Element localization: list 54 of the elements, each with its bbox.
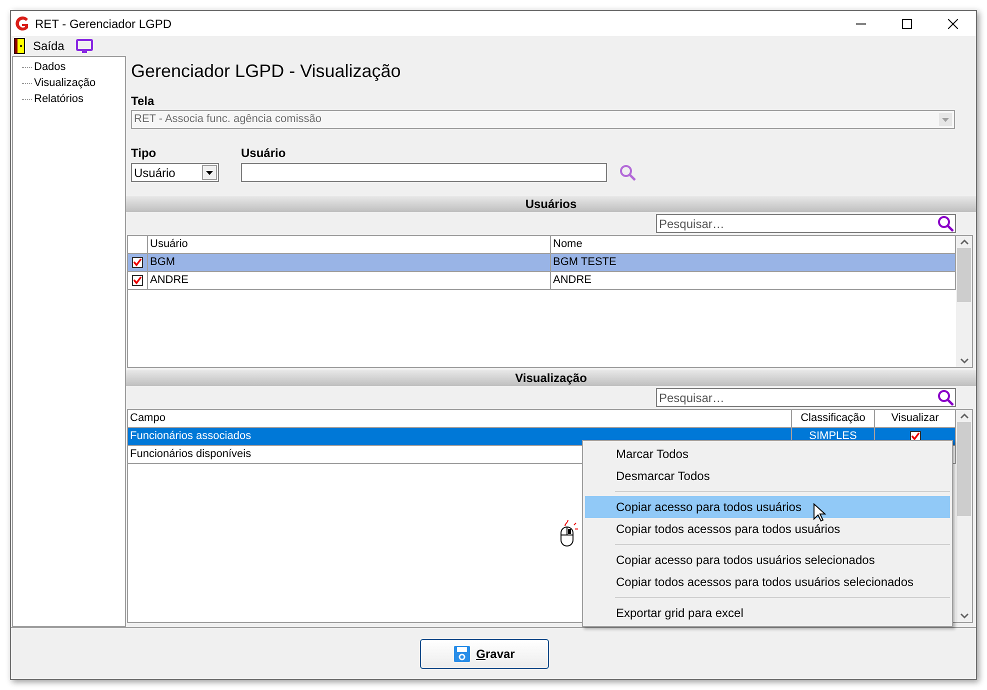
section-header: Usuários <box>126 196 976 212</box>
search-icon[interactable] <box>937 389 954 406</box>
field-label: Usuário <box>241 145 287 162</box>
tree-item[interactable]: Relatórios <box>34 90 84 108</box>
table-row[interactable]: BGM BGM TESTE <box>128 254 956 272</box>
scroll-down-icon[interactable] <box>960 613 968 619</box>
field-label: Tela <box>131 93 156 110</box>
table-row[interactable]: ANDRE ANDRE <box>128 272 956 290</box>
search-icon[interactable] <box>937 215 954 232</box>
scroll-thumb[interactable] <box>957 248 971 302</box>
table-cell: ANDRE <box>553 274 592 286</box>
app-logo-icon <box>14 16 30 32</box>
menu-item[interactable]: Copiar acesso para todos usuários selecionados <box>585 549 950 571</box>
table-cell: BGM <box>150 256 176 268</box>
table-cell: BGM TESTE <box>553 256 616 268</box>
exit-door-icon <box>14 38 25 54</box>
checkbox[interactable] <box>132 275 143 286</box>
page-heading: Gerenciador LGPD - Visualização <box>131 60 402 83</box>
field-label: Tipo <box>131 145 158 162</box>
menu-item[interactable]: Marcar Todos <box>585 443 950 465</box>
scrollbar[interactable] <box>956 236 972 367</box>
table-cell: ANDRE <box>150 274 189 286</box>
close-icon <box>948 18 958 28</box>
tree-item[interactable]: Visualização <box>34 74 96 92</box>
table-cell: Funcionários disponíveis <box>130 448 252 460</box>
table-cell: SIMPLES <box>809 430 857 442</box>
menu-item[interactable]: Exportar grid para excel <box>585 602 950 624</box>
section-header: Visualização <box>126 370 976 386</box>
table-cell: Funcionários associados <box>130 430 252 442</box>
monitor-icon[interactable] <box>76 38 94 54</box>
menu-item[interactable]: Saída <box>31 37 66 55</box>
type-dropdown[interactable]: Usuário <box>131 163 219 182</box>
checkbox[interactable] <box>132 257 143 268</box>
mouse-click-icon <box>560 519 580 549</box>
menu-item[interactable]: Copiar acesso para todos usuários <box>585 496 950 518</box>
column-header[interactable]: Campo <box>128 410 792 427</box>
menu-item[interactable]: Desmarcar Todos <box>585 465 950 487</box>
save-button[interactable]: Gravar <box>420 638 549 668</box>
scrollbar[interactable] <box>956 410 972 622</box>
user-input-field[interactable] <box>241 163 607 182</box>
scroll-down-icon[interactable] <box>960 358 968 364</box>
maximize-icon <box>902 18 912 28</box>
checkbox[interactable] <box>910 431 920 442</box>
column-header[interactable]: Usuário <box>148 236 551 253</box>
menu-item[interactable]: Copiar todos acessos para todos usuários selecionados <box>585 571 950 593</box>
tree-item[interactable]: Dados <box>34 58 66 76</box>
scroll-thumb[interactable] <box>957 422 971 516</box>
scroll-up-icon[interactable] <box>960 239 968 245</box>
scroll-up-icon[interactable] <box>960 413 968 419</box>
pointer-cursor-icon <box>813 503 827 523</box>
menu-item[interactable]: Copiar todos acessos para todos usuários <box>585 518 950 540</box>
column-header[interactable]: Classificação <box>792 410 875 427</box>
window-title: RET - Gerenciador LGPD <box>35 16 172 32</box>
search-icon[interactable] <box>619 164 636 181</box>
